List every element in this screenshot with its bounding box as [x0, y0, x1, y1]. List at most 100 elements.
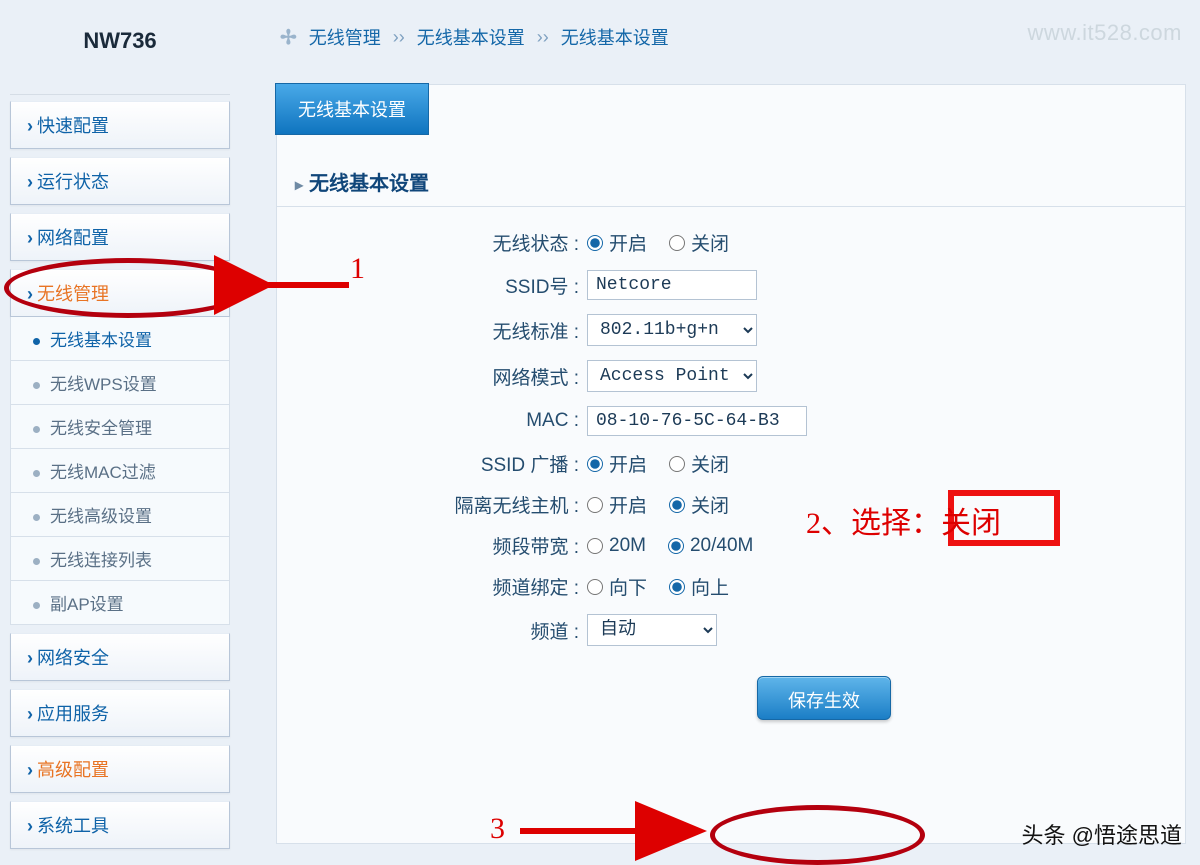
radio-label: 关闭: [691, 450, 729, 477]
label-bandwidth: 频段带宽 :: [277, 532, 587, 559]
section-title-text: 无线基本设置: [309, 173, 429, 195]
device-model-title: NW736: [10, 0, 230, 95]
sidebar: NW736 快速配置 运行状态 网络配置 无线管理 无线基本设置 无线WPS设置…: [10, 0, 230, 849]
bullet-icon: [33, 426, 40, 433]
save-button[interactable]: 保存生效: [757, 676, 891, 720]
row-ssid: SSID号 :: [277, 270, 1127, 300]
nav-advanced-config[interactable]: 高级配置: [10, 745, 230, 793]
radio-band-20m[interactable]: 20M: [587, 535, 646, 557]
divider: [277, 206, 1185, 207]
label-bind: 频道绑定 :: [277, 573, 587, 600]
nav-label: 网络配置: [37, 228, 109, 248]
label-standard: 无线标准 :: [277, 317, 587, 344]
nav-run-status[interactable]: 运行状态: [10, 157, 230, 205]
main-panel: 无线基本设置 ▸ 无线基本设置 无线状态 : 开启 关闭 SSID号 : 无线标准…: [276, 84, 1186, 844]
label-ssid: SSID号 :: [277, 272, 587, 299]
mac-input: [587, 406, 807, 436]
row-channel-bind: 频道绑定 : 向下 向上: [277, 573, 1127, 600]
subnav-security[interactable]: 无线安全管理: [10, 405, 230, 449]
bullet-icon: [33, 558, 40, 565]
radio-label: 关闭: [691, 229, 729, 256]
radio-label: 开启: [609, 229, 647, 256]
row-channel: 频道 : 自动: [277, 614, 1127, 646]
row-wireless-status: 无线状态 : 开启 关闭: [277, 229, 1127, 256]
annotation-number-3: 3: [490, 812, 505, 846]
nav-quick-config[interactable]: 快速配置: [10, 101, 230, 149]
label-broadcast: SSID 广播 :: [277, 450, 587, 477]
radio-band-2040m[interactable]: 20/40M: [668, 535, 753, 557]
radio-isolate-off[interactable]: 关闭: [669, 491, 729, 518]
section-title: ▸ 无线基本设置: [295, 167, 1185, 196]
breadcrumb-item[interactable]: 无线基本设置: [417, 24, 525, 50]
subnav-label: 无线WPS设置: [50, 375, 157, 394]
label-isolate: 隔离无线主机 :: [277, 491, 587, 518]
bullet-icon: [33, 602, 40, 609]
radio-label: 开启: [609, 450, 647, 477]
radio-bind-up[interactable]: 向上: [669, 573, 729, 600]
nav-label: 运行状态: [37, 172, 109, 192]
triangle-icon: ▸: [295, 177, 303, 194]
nav-label: 高级配置: [37, 760, 109, 780]
subnav-label: 无线安全管理: [50, 419, 152, 438]
subnav-wps[interactable]: 无线WPS设置: [10, 361, 230, 405]
row-mode: 网络模式 : Access Point: [277, 360, 1127, 392]
radio-status-on[interactable]: 开启: [587, 229, 647, 256]
row-ssid-broadcast: SSID 广播 : 开启 关闭: [277, 450, 1127, 477]
label-mode: 网络模式 :: [277, 363, 587, 390]
nav-label: 无线管理: [37, 284, 109, 304]
subnav-advanced[interactable]: 无线高级设置: [10, 493, 230, 537]
nav-system-tools[interactable]: 系统工具: [10, 801, 230, 849]
attribution-text: 头条 @悟途思道: [1022, 818, 1182, 850]
subnav-label: 无线MAC过滤: [50, 463, 156, 482]
subnav-secondary-ap[interactable]: 副AP设置: [10, 581, 230, 625]
annotation-text-2: 2、选择：关闭: [806, 498, 1001, 542]
radio-label: 关闭: [691, 491, 729, 518]
nav-label: 系统工具: [37, 816, 109, 836]
radio-label: 20M: [609, 535, 646, 557]
breadcrumb-item: 无线基本设置: [561, 24, 669, 50]
row-mac: MAC :: [277, 406, 1127, 436]
breadcrumb-sep-icon: ››: [393, 27, 405, 48]
radio-broadcast-on[interactable]: 开启: [587, 450, 647, 477]
nav-network-safety[interactable]: 网络安全: [10, 633, 230, 681]
row-standard: 无线标准 : 802.11b+g+n: [277, 314, 1127, 346]
radio-status-off[interactable]: 关闭: [669, 229, 729, 256]
radio-isolate-on[interactable]: 开启: [587, 491, 647, 518]
subnav-label: 无线基本设置: [50, 331, 152, 350]
subnav-wireless-basic[interactable]: 无线基本设置: [10, 317, 230, 361]
tab-wireless-basic[interactable]: 无线基本设置: [275, 83, 429, 135]
subnav-client-list[interactable]: 无线连接列表: [10, 537, 230, 581]
subnav-label: 无线连接列表: [50, 551, 152, 570]
label-mac: MAC :: [277, 410, 587, 432]
breadcrumb-plus-icon: ✢: [280, 25, 297, 50]
nav-label: 快速配置: [37, 116, 109, 136]
breadcrumb-sep-icon: ››: [537, 27, 549, 48]
standard-select[interactable]: 802.11b+g+n: [587, 314, 757, 346]
nav-label: 网络安全: [37, 648, 109, 668]
nav-label: 应用服务: [37, 704, 109, 724]
bullet-icon: [33, 514, 40, 521]
radio-label: 开启: [609, 491, 647, 518]
subnav-label: 无线高级设置: [50, 507, 152, 526]
radio-label: 向下: [609, 573, 647, 600]
nav-wireless-manage[interactable]: 无线管理: [10, 269, 230, 317]
channel-select[interactable]: 自动: [587, 614, 717, 646]
subnav-label: 副AP设置: [50, 595, 124, 614]
settings-form: 无线状态 : 开启 关闭 SSID号 : 无线标准 : 802.11b+g+n …: [277, 229, 1127, 720]
breadcrumb-item[interactable]: 无线管理: [309, 24, 381, 50]
radio-broadcast-off[interactable]: 关闭: [669, 450, 729, 477]
mode-select[interactable]: Access Point: [587, 360, 757, 392]
annotation-number-1: 1: [350, 252, 365, 286]
bullet-icon: [33, 470, 40, 477]
radio-bind-down[interactable]: 向下: [587, 573, 647, 600]
label-status: 无线状态 :: [277, 229, 587, 256]
bullet-icon: [33, 338, 40, 345]
subnav-mac-filter[interactable]: 无线MAC过滤: [10, 449, 230, 493]
row-save: 保存生效: [277, 676, 1127, 720]
nav-network-config[interactable]: 网络配置: [10, 213, 230, 261]
ssid-input[interactable]: [587, 270, 757, 300]
breadcrumb: ✢ 无线管理 ›› 无线基本设置 ›› 无线基本设置: [280, 24, 669, 50]
nav-app-service[interactable]: 应用服务: [10, 689, 230, 737]
bullet-icon: [33, 382, 40, 389]
radio-label: 向上: [691, 573, 729, 600]
